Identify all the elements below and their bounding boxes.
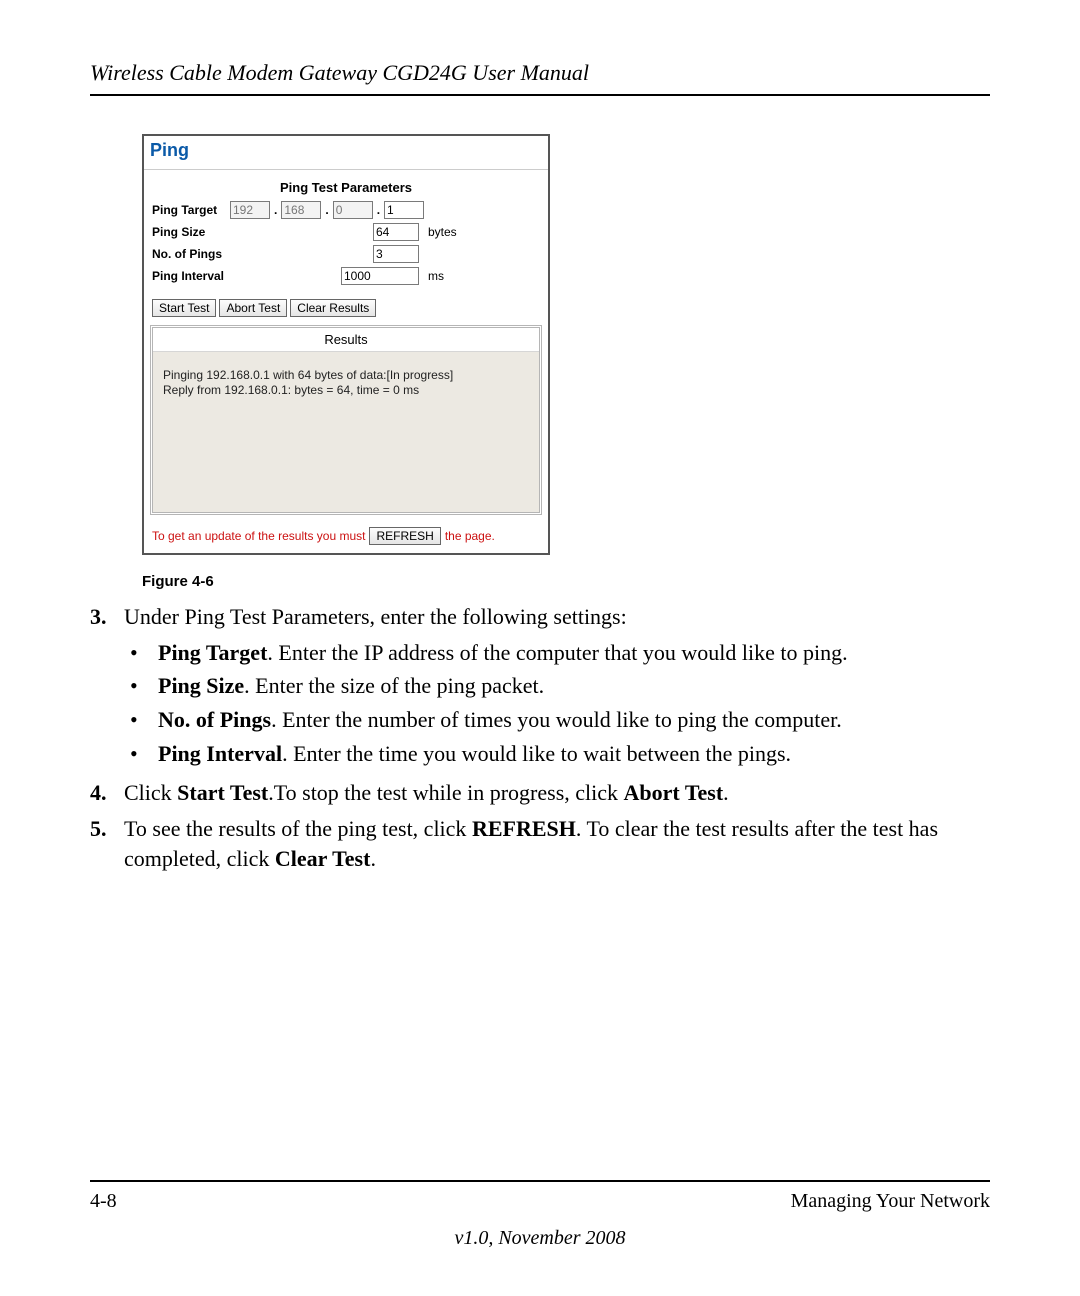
ip-octet-3[interactable] [333, 201, 373, 219]
ping-count-label: No. of Pings [152, 247, 370, 261]
t: . [723, 780, 729, 805]
refresh-button[interactable]: REFRESH [369, 527, 440, 545]
term-desc: . Enter the number of times you would li… [271, 707, 842, 732]
bullet-icon: • [124, 705, 158, 735]
version-line: v1.0, November 2008 [90, 1227, 990, 1250]
t: To see the results of the ping test, cli… [124, 816, 472, 841]
t: Abort Test [624, 780, 724, 805]
figure-caption: Figure 4-6 [142, 573, 990, 590]
bullet-icon: • [124, 638, 158, 668]
header-rule [90, 94, 990, 96]
dot-icon: . [325, 203, 328, 217]
term-desc: . Enter the IP address of the computer t… [267, 640, 847, 665]
t: .To stop the test while in progress, cli… [268, 780, 623, 805]
start-test-button[interactable]: Start Test [152, 299, 216, 317]
ping-screenshot: Ping Ping Test Parameters Ping Target . … [142, 134, 550, 555]
step-number: 5. [90, 814, 124, 873]
ip-octet-4[interactable] [384, 201, 424, 219]
t: REFRESH [472, 816, 576, 841]
results-line: Pinging 192.168.0.1 with 64 bytes of dat… [163, 368, 529, 383]
step-number: 4. [90, 778, 124, 808]
footer-rule [90, 1180, 990, 1182]
step-text: Under Ping Test Parameters, enter the fo… [124, 604, 627, 629]
term-desc: . Enter the time you would like to wait … [282, 741, 791, 766]
ping-size-unit: bytes [428, 225, 457, 239]
ping-interval-input[interactable] [341, 267, 419, 285]
t: Start Test [177, 780, 268, 805]
results-output: Pinging 192.168.0.1 with 64 bytes of dat… [153, 352, 539, 512]
section-name: Managing Your Network [791, 1190, 990, 1213]
ping-size-label: Ping Size [152, 225, 370, 239]
running-header: Wireless Cable Modem Gateway CGD24G User… [90, 60, 990, 86]
ip-octet-1[interactable] [230, 201, 270, 219]
abort-test-button[interactable]: Abort Test [219, 299, 287, 317]
t: Clear Test [275, 846, 371, 871]
term: Ping Interval [158, 741, 282, 766]
term: No. of Pings [158, 707, 271, 732]
dot-icon: . [274, 203, 277, 217]
term: Ping Target [158, 640, 267, 665]
ping-interval-unit: ms [428, 269, 444, 283]
step-number: 3. [90, 602, 124, 772]
ping-target-label: Ping Target [152, 203, 227, 217]
page-number: 4-8 [90, 1190, 117, 1213]
results-line: Reply from 192.168.0.1: bytes = 64, time… [163, 383, 529, 398]
ping-count-input[interactable] [373, 245, 419, 263]
t: . [370, 846, 376, 871]
ping-interval-label: Ping Interval [152, 269, 338, 283]
term-desc: . Enter the size of the ping packet. [244, 673, 544, 698]
term: Ping Size [158, 673, 244, 698]
screenshot-title: Ping [144, 136, 548, 170]
bullet-icon: • [124, 671, 158, 701]
ping-size-input[interactable] [373, 223, 419, 241]
ip-octet-2[interactable] [281, 201, 321, 219]
bullet-icon: • [124, 739, 158, 769]
hint-text-pre: To get an update of the results you must [152, 529, 365, 543]
dot-icon: . [377, 203, 380, 217]
clear-results-button[interactable]: Clear Results [290, 299, 376, 317]
hint-text-post: the page. [445, 529, 495, 543]
t: Click [124, 780, 177, 805]
results-heading: Results [153, 328, 539, 352]
params-heading: Ping Test Parameters [152, 180, 540, 195]
